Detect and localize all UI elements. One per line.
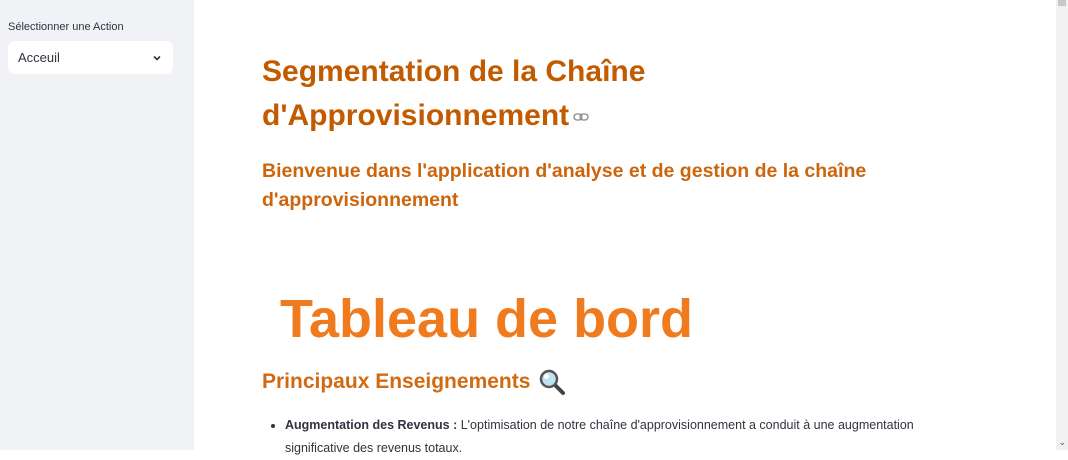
action-select[interactable]: Acceuil [8, 41, 173, 74]
chevron-down-icon [153, 55, 161, 61]
list-item-title: Augmentation des Revenus : [285, 418, 458, 432]
insights-list: Augmentation des Revenus : L'optimisatio… [262, 414, 965, 460]
magnifying-glass-icon [540, 369, 566, 395]
page-subtitle: Bienvenue dans l'application d'analyse e… [262, 160, 867, 211]
dashboard-banner: Tableau de bord [280, 289, 694, 349]
scroll-down-icon[interactable]: ⌄ [1058, 437, 1066, 448]
action-select-label: Sélectionner une Action [8, 21, 124, 33]
link-icon[interactable] [573, 112, 589, 122]
list-item: Augmentation des Revenus : L'optimisatio… [285, 414, 965, 460]
main-content: Segmentation de la Chaîne d'Approvisionn… [194, 0, 1056, 455]
page-title: Segmentation de la Chaîne d'Approvisionn… [262, 50, 862, 138]
section-title: Principaux Enseignements [262, 368, 566, 396]
scrollbar[interactable]: ⌄ [1056, 0, 1068, 450]
section-title-text: Principaux Enseignements [262, 370, 531, 393]
action-select-value: Acceuil [18, 50, 60, 65]
scrollbar-thumb[interactable] [1058, 0, 1066, 6]
sidebar: Sélectionner une Action Acceuil [0, 0, 194, 450]
